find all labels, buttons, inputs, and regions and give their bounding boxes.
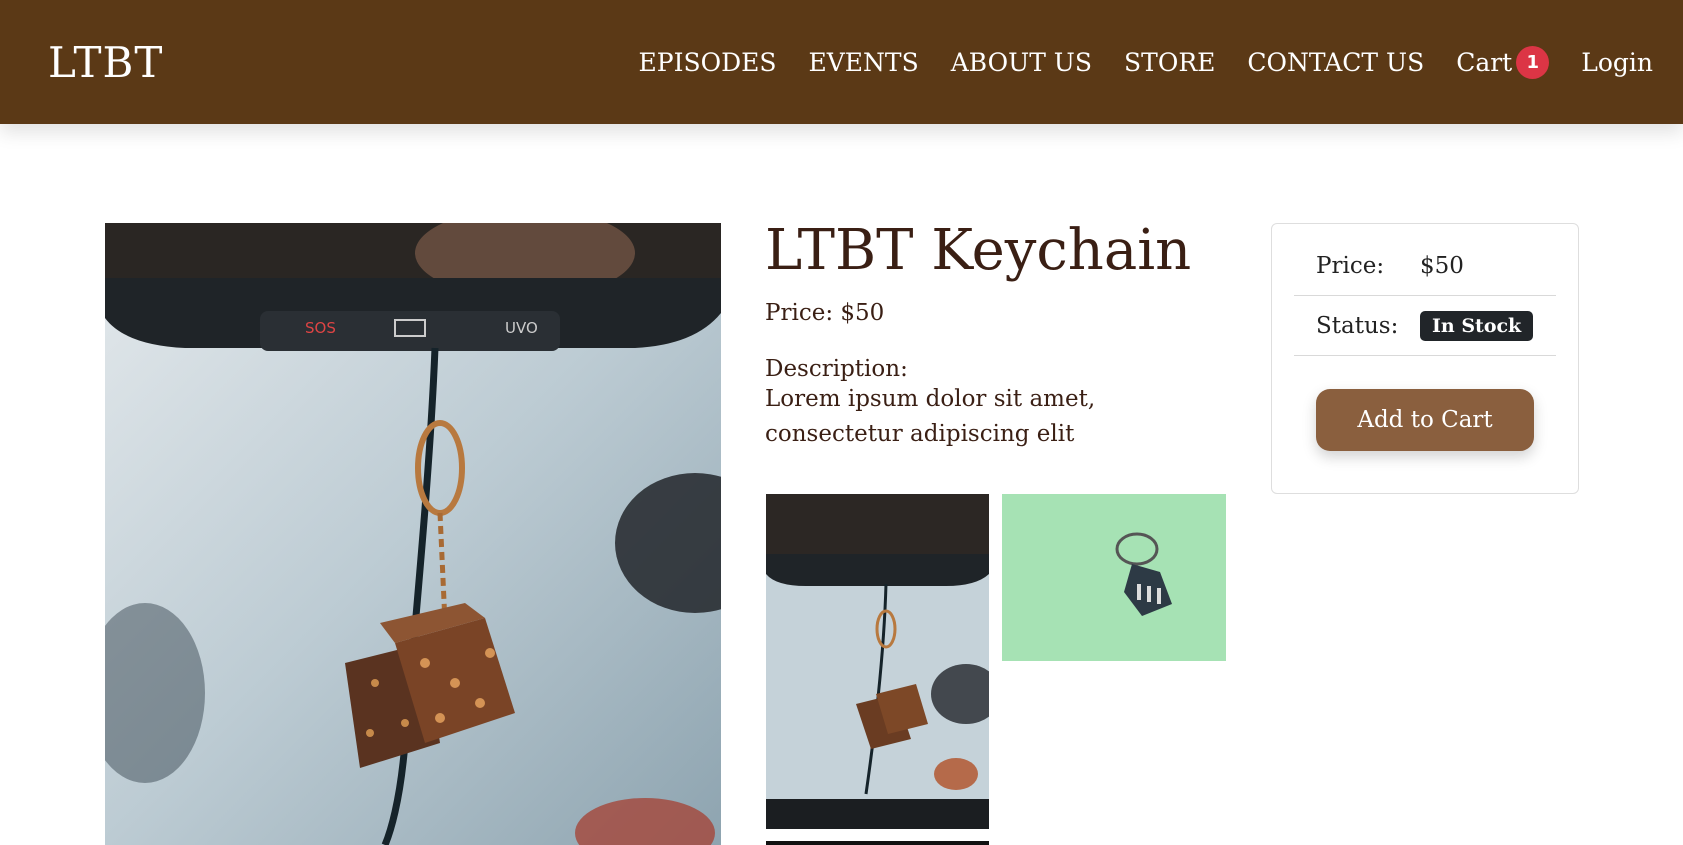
- status-label: Status:: [1316, 312, 1399, 339]
- product-description: Lorem ipsum dolor sit amet, consectetur …: [765, 385, 1096, 448]
- thumbnail-third[interactable]: [766, 841, 989, 845]
- status-row: Status: In Stock: [1294, 296, 1556, 356]
- nav-link-episodes[interactable]: EPISODES: [639, 48, 777, 77]
- brand-logo[interactable]: LTBT: [48, 38, 163, 87]
- cart-count-badge: 1: [1516, 45, 1550, 79]
- dashboard-uvo-label: UVO: [505, 319, 538, 337]
- nav-link-store[interactable]: STORE: [1124, 48, 1215, 77]
- dice-keychain-thumbnail-icon: [766, 494, 989, 829]
- product-title: LTBT Keychain: [765, 218, 1192, 283]
- thumbnail-dice-keychain[interactable]: [766, 494, 989, 829]
- product-price: Price: $50: [765, 299, 885, 326]
- nav-link-contact-us[interactable]: CONTACT US: [1247, 48, 1424, 77]
- cart-label: Cart: [1456, 47, 1513, 77]
- house-keychain-thumbnail-icon: [1002, 494, 1226, 661]
- description-label: Description:: [765, 355, 908, 382]
- dice-keychain-photo-icon: SOS UVO: [105, 223, 721, 845]
- navbar: LTBT EPISODES EVENTS ABOUT US STORE CONT…: [0, 0, 1683, 124]
- purchase-card: Price: $50 Status: In Stock Add to Cart: [1271, 223, 1579, 494]
- nav-links: EPISODES EVENTS ABOUT US STORE CONTACT U…: [607, 45, 1653, 79]
- price-row: Price: $50: [1294, 236, 1556, 296]
- dashboard-sos-label: SOS: [305, 319, 336, 337]
- nav-link-about-us[interactable]: ABOUT US: [951, 48, 1092, 77]
- price-label: Price:: [1316, 252, 1385, 279]
- thumbnail-house-keychain[interactable]: [1002, 494, 1226, 661]
- nav-link-login[interactable]: Login: [1581, 48, 1653, 77]
- nav-link-cart[interactable]: Cart 1: [1456, 45, 1550, 79]
- status-badge: In Stock: [1420, 310, 1534, 341]
- price-value: $50: [1420, 252, 1464, 279]
- nav-link-events[interactable]: EVENTS: [809, 48, 919, 77]
- product-details: LTBT Keychain Price: $50 Description: Lo…: [765, 220, 1235, 453]
- product-main-image: SOS UVO: [105, 223, 721, 845]
- add-to-cart-button[interactable]: Add to Cart: [1316, 389, 1534, 451]
